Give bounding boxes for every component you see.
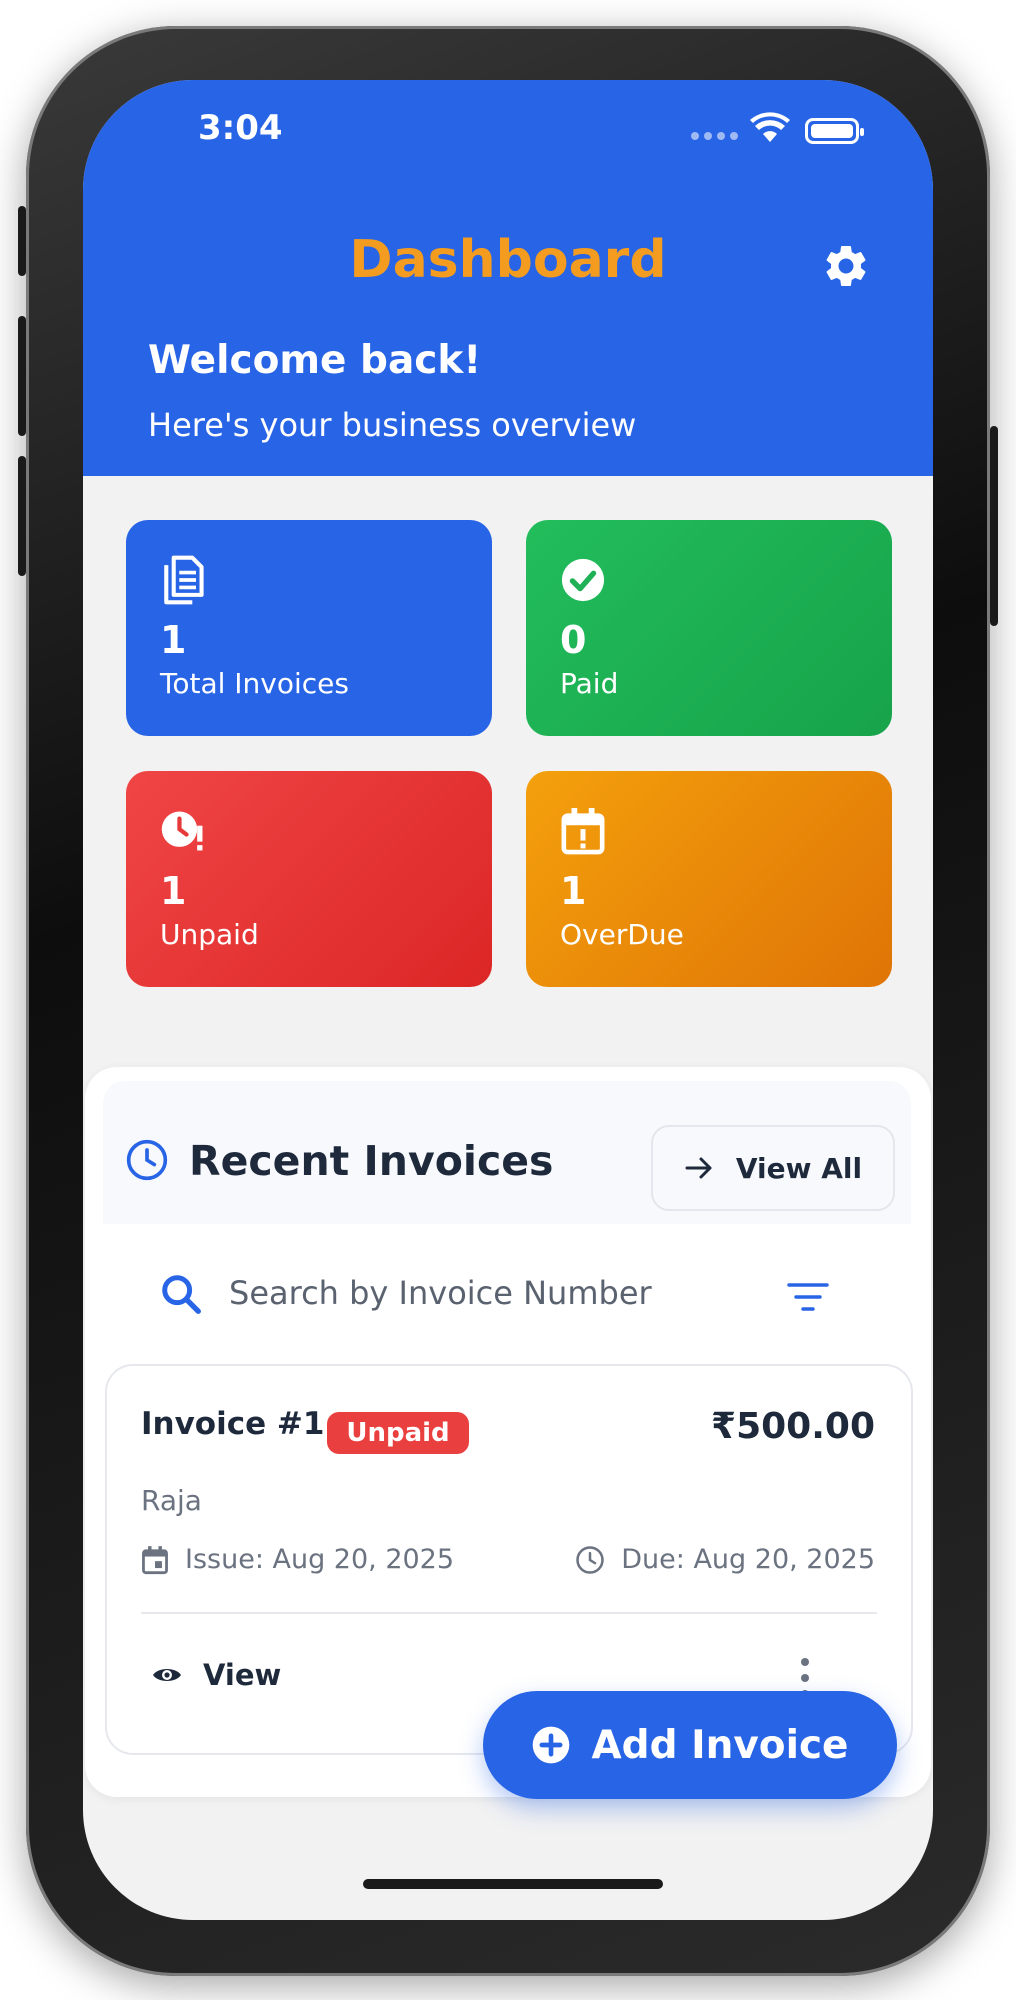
check-circle-icon [561, 558, 605, 602]
stat-value: 1 [160, 618, 187, 662]
plus-circle-icon [533, 1726, 570, 1764]
welcome-heading: Welcome back! [148, 338, 482, 383]
stat-value: 1 [560, 869, 587, 913]
due-date-text: Due: Aug 20, 2025 [621, 1544, 875, 1575]
volume-down-button [18, 456, 26, 576]
stat-card-total-invoices[interactable]: 1 Total Invoices [126, 520, 492, 736]
header: 3:04 Dashboard Welcome back! Here's your… [83, 80, 933, 476]
stat-card-overdue[interactable]: 1 OverDue [526, 771, 892, 987]
clock-icon [126, 1139, 168, 1181]
power-button [990, 426, 998, 626]
issue-date: Issue: Aug 20, 2025 [141, 1544, 454, 1575]
volume-up-button [18, 316, 26, 436]
clock-alert-icon [161, 811, 203, 851]
calendar-icon [142, 1545, 168, 1574]
page-title: Dashboard [349, 230, 667, 290]
home-indicator[interactable] [363, 1879, 663, 1889]
clock-icon [576, 1545, 605, 1574]
recent-invoices-header: Recent Invoices View All [103, 1081, 911, 1224]
cellular-signal-icon [691, 132, 738, 140]
view-all-button[interactable]: View All [651, 1125, 895, 1211]
customer-name: Raja [141, 1484, 202, 1517]
view-invoice-button[interactable]: View [151, 1658, 281, 1692]
document-icon [164, 555, 204, 605]
stat-value: 0 [560, 618, 587, 662]
search-bar [85, 1237, 931, 1347]
stat-card-unpaid[interactable]: 1 Unpaid [126, 771, 492, 987]
stat-label: Paid [560, 667, 619, 700]
battery-icon [805, 118, 864, 144]
wifi-icon [750, 112, 790, 142]
add-invoice-button[interactable]: Add Invoice [483, 1691, 897, 1799]
add-invoice-label: Add Invoice [591, 1722, 849, 1768]
gear-icon[interactable] [821, 241, 871, 291]
status-time: 3:04 [198, 108, 283, 148]
issue-date-text: Issue: Aug 20, 2025 [185, 1544, 455, 1575]
app-screen: 3:04 Dashboard Welcome back! Here's your… [83, 80, 933, 1920]
stat-card-paid[interactable]: 0 Paid [526, 520, 892, 736]
eye-icon [153, 1669, 181, 1681]
view-all-label: View All [735, 1151, 863, 1185]
mute-switch [18, 206, 26, 276]
stat-label: Unpaid [160, 918, 259, 951]
recent-invoices-title: Recent Invoices [189, 1137, 554, 1185]
arrow-right-icon [685, 1157, 712, 1179]
stat-label: OverDue [560, 918, 684, 951]
search-icon[interactable] [158, 1271, 204, 1317]
status-badge: Unpaid [327, 1412, 469, 1454]
view-label: View [203, 1658, 282, 1692]
welcome-subtitle: Here's your business overview [148, 406, 637, 444]
calendar-alert-icon [561, 808, 605, 855]
recent-invoices-panel: Recent Invoices View All Invoice #1 Unpa… [85, 1067, 931, 1797]
stat-label: Total Invoices [160, 667, 349, 700]
stat-value: 1 [160, 869, 187, 913]
divider [141, 1612, 877, 1614]
search-input[interactable] [227, 1265, 697, 1321]
invoice-title: Invoice #1 [141, 1406, 325, 1442]
due-date: Due: Aug 20, 2025 [575, 1544, 875, 1575]
invoice-amount: ₹500.00 [711, 1406, 875, 1447]
filter-icon[interactable] [785, 1281, 831, 1313]
